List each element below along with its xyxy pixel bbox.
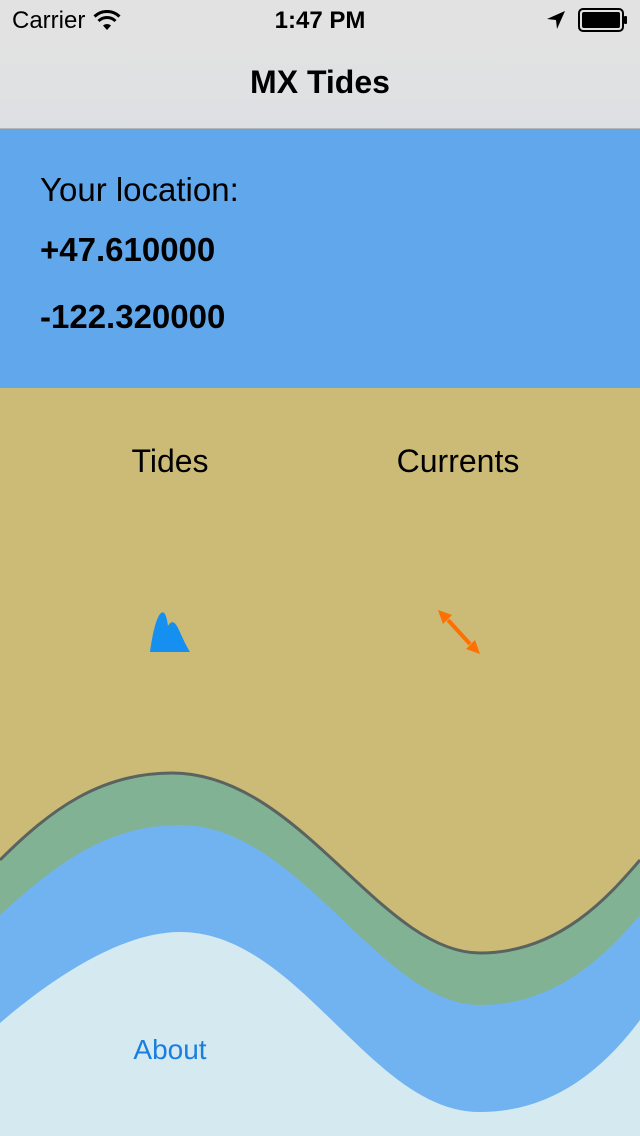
about-link[interactable]: About bbox=[100, 1034, 240, 1066]
tides-button[interactable]: Tides bbox=[50, 443, 290, 480]
navigation-bar: MX Tides bbox=[0, 40, 640, 129]
latitude-value: +47.610000 bbox=[40, 231, 216, 268]
location-label: Your location: bbox=[40, 171, 239, 208]
page-title: MX Tides bbox=[250, 64, 390, 100]
location-arrow-icon bbox=[547, 11, 565, 29]
status-time: 1:47 PM bbox=[274, 7, 366, 34]
status-bar: Carrier 1:47 PM bbox=[0, 0, 640, 40]
longitude-value: -122.320000 bbox=[40, 298, 226, 335]
status-right bbox=[546, 8, 628, 32]
currents-button[interactable]: Currents bbox=[338, 443, 578, 480]
current-arrows-icon[interactable] bbox=[434, 608, 484, 656]
battery-icon bbox=[578, 8, 627, 32]
location-panel: Your location: +47.610000 -122.320000 bbox=[0, 129, 640, 388]
wave-decoration bbox=[0, 771, 640, 1136]
tide-wave-icon[interactable] bbox=[146, 606, 194, 656]
